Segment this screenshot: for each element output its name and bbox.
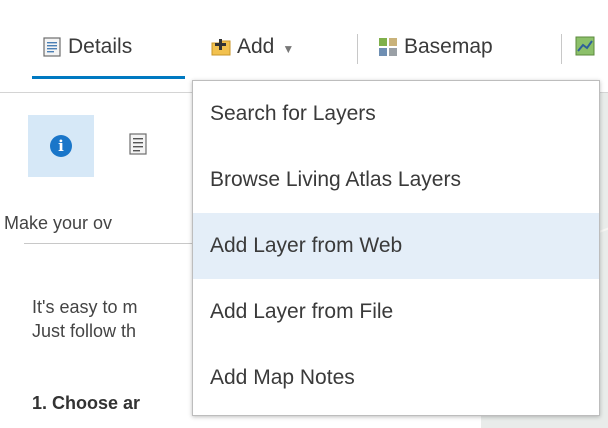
step-heading: 1. Choose ar — [32, 393, 141, 413]
toolbar-divider — [357, 34, 358, 64]
menu-item-label: Add Layer from File — [210, 300, 394, 323]
analysis-icon[interactable] — [575, 36, 595, 56]
intro-text: It's easy to m Just follow th — [32, 295, 137, 343]
menu-item-label: Add Map Notes — [210, 366, 355, 389]
add-layer-icon — [211, 39, 231, 56]
panel-heading: Make your ov — [4, 213, 113, 233]
details-button[interactable]: Details — [42, 30, 132, 64]
active-tab-indicator — [32, 76, 185, 79]
menu-item-label: Search for Layers — [210, 102, 376, 125]
toolbar-divider — [561, 34, 562, 64]
basemap-label: Basemap — [404, 35, 493, 58]
basemap-icon — [379, 38, 397, 56]
info-icon: i — [50, 135, 72, 157]
add-label: Add — [237, 35, 275, 58]
chevron-down-icon: ▼ — [282, 41, 295, 56]
menu-item-label: Add Layer from Web — [210, 234, 403, 257]
basemap-button[interactable]: Basemap — [378, 30, 493, 64]
toolbar: Details Add ▼ Basemap — [0, 0, 608, 84]
intro-line: It's easy to m — [32, 297, 138, 317]
intro-line: Just follow th — [32, 321, 137, 341]
menu-item-add-map-notes[interactable]: Add Map Notes — [193, 345, 599, 411]
add-button[interactable]: Add ▼ — [211, 30, 294, 64]
details-label: Details — [68, 35, 133, 58]
about-button[interactable]: i — [28, 115, 94, 177]
menu-item-add-layer-from-file[interactable]: Add Layer from File — [193, 279, 599, 345]
add-dropdown-menu: Search for Layers Browse Living Atlas La… — [192, 80, 600, 416]
menu-item-label: Browse Living Atlas Layers — [210, 168, 461, 191]
menu-item-browse-living-atlas[interactable]: Browse Living Atlas Layers — [193, 147, 599, 213]
content-list-icon[interactable] — [128, 133, 148, 155]
details-icon — [43, 37, 61, 57]
menu-item-search-for-layers[interactable]: Search for Layers — [193, 81, 599, 147]
menu-item-add-layer-from-web[interactable]: Add Layer from Web — [193, 213, 599, 279]
